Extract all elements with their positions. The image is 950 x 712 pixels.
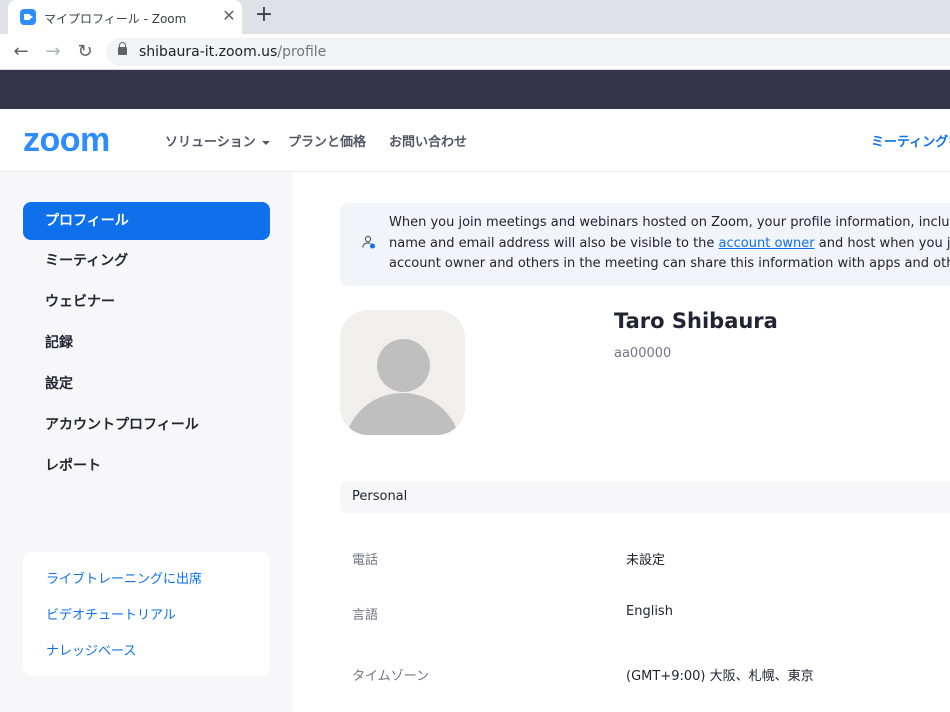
user-name: Taro Shibaura — [614, 309, 778, 333]
site-header: zoom ソリューション プランと価格 お問い合わせ ミーティングを — [0, 109, 950, 172]
sidebar-item-meetings[interactable]: ミーティング — [23, 242, 270, 280]
notice-line-2-post: and host when you join meet — [818, 235, 950, 251]
video-tutorials-link[interactable]: ビデオチュートリアル — [46, 604, 176, 623]
knowledge-base-link[interactable]: ナレッジベース — [46, 640, 136, 659]
forward-arrow-icon[interactable]: → — [41, 40, 65, 64]
tab-title: マイプロフィール - Zoom — [44, 12, 187, 26]
zoom-logo[interactable]: zoom — [23, 121, 110, 160]
new-tab-button[interactable]: + — [252, 4, 276, 28]
menu-plans[interactable]: プランと価格 — [288, 131, 366, 150]
notice-line-1: When you join meetings and webinars host… — [389, 215, 950, 230]
timezone-label: タイムゾーン — [352, 669, 430, 684]
url-text[interactable]: shibaura-it.zoom.us/profile — [139, 44, 326, 60]
close-tab-icon[interactable]: ✕ — [220, 7, 238, 25]
sidebar: プロフィール ミーティング ウェビナー 記録 設定 アカウントプロフィール レポ… — [0, 172, 293, 712]
menu-solutions[interactable]: ソリューション — [165, 131, 270, 150]
notice-line-2-pre: name and email address will also be visi… — [389, 235, 719, 251]
menu-join-meeting[interactable]: ミーティングを — [871, 131, 950, 150]
sidebar-item-reports[interactable]: レポート — [23, 447, 270, 485]
browser-tab[interactable]: マイプロフィール - Zoom ✕ — [8, 0, 242, 34]
user-id: aa00000 — [614, 346, 672, 361]
sidebar-item-profile[interactable]: プロフィール — [23, 202, 270, 240]
url-path: /profile — [277, 44, 327, 60]
sidebar-item-webinars[interactable]: ウェビナー — [23, 283, 270, 321]
personal-section-label: Personal — [352, 489, 408, 504]
reload-icon[interactable]: ↻ — [73, 40, 97, 64]
browser-toolbar: ← → ↻ shibaura-it.zoom.us/profile — [0, 34, 950, 70]
privacy-notice: When you join meetings and webinars host… — [340, 203, 950, 286]
menu-contact[interactable]: お問い合わせ — [389, 131, 467, 150]
sidebar-item-account-profile[interactable]: アカウントプロフィール — [23, 406, 270, 444]
account-owner-link[interactable]: account owner — [719, 236, 815, 251]
notice-line-3: account owner and others in the meeting … — [389, 256, 950, 271]
browser-tab-strip: マイプロフィール - Zoom ✕ + — [0, 0, 950, 34]
url-host: shibaura-it.zoom.us — [139, 44, 278, 60]
sidebar-item-recordings[interactable]: 記録 — [23, 324, 270, 362]
timezone-value: (GMT+9:00) 大阪、札幌、東京 — [626, 669, 814, 684]
live-training-link[interactable]: ライブトレーニングに出席 — [46, 568, 202, 587]
language-value: English — [626, 604, 673, 619]
person-info-icon — [362, 235, 375, 249]
phone-value: 未設定 — [626, 553, 666, 568]
address-bar[interactable]: shibaura-it.zoom.us/profile — [106, 38, 950, 66]
sidebar-item-settings[interactable]: 設定 — [23, 365, 270, 403]
back-arrow-icon[interactable]: ← — [9, 40, 33, 64]
avatar[interactable] — [340, 310, 465, 435]
top-dark-bar — [0, 70, 950, 109]
menu-solutions-label: ソリューション — [165, 135, 256, 150]
notice-line-2: name and email address will also be visi… — [389, 234, 950, 255]
phone-label: 電話 — [352, 553, 379, 568]
avatar-body-shape — [344, 393, 461, 435]
notice-text: When you join meetings and webinars host… — [389, 213, 950, 275]
chevron-down-icon — [261, 140, 270, 145]
language-label: 言語 — [352, 608, 379, 623]
zoom-favicon-icon — [20, 9, 36, 25]
avatar-head-shape — [377, 339, 430, 392]
personal-section-header: Personal — [340, 481, 950, 513]
lock-icon[interactable] — [118, 42, 127, 55]
help-links-box: ライブトレーニングに出席 ビデオチュートリアル ナレッジベース — [23, 552, 270, 676]
